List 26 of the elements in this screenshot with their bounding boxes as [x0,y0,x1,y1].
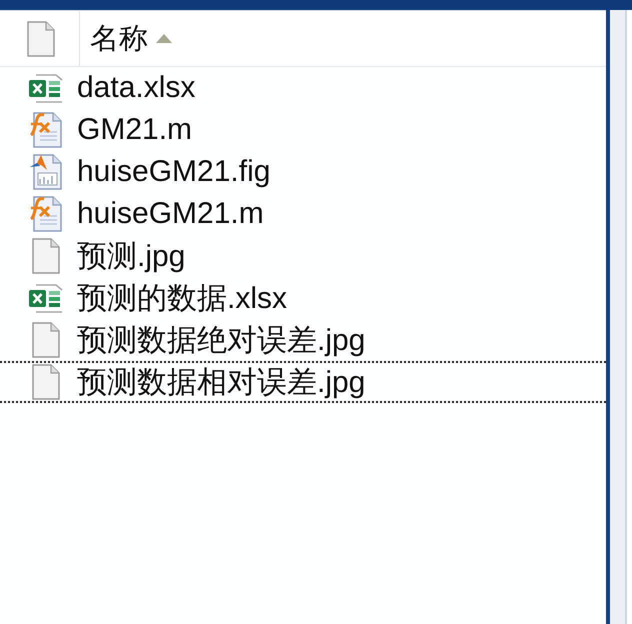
file-name: huiseGM21.m [77,197,264,231]
document-icon [32,238,60,274]
file-row[interactable]: 预测数据相对误差.jpg [0,361,606,403]
document-icon [27,20,55,56]
file-name: 预测数据相对误差.jpg [77,364,366,400]
file-row[interactable]: GM21.m [0,109,606,151]
file-row[interactable]: huiseGM21.m [0,193,606,235]
file-row[interactable]: 预测.jpg [0,235,606,277]
figure-file-icon [28,153,64,191]
file-name: 预测的数据.xlsx [77,280,287,316]
file-row[interactable]: 预测数据绝对误差.jpg [0,319,606,361]
file-row[interactable]: 预测的数据.xlsx [0,277,606,319]
function-script-icon [28,195,64,233]
function-script-icon [28,111,64,149]
name-column-header[interactable]: 名称 [80,11,182,66]
document-icon [32,364,60,400]
document-icon [32,322,60,358]
file-name: 预测.jpg [77,238,186,274]
spreadsheet-icon [28,72,64,104]
file-name: GM21.m [77,113,192,147]
spreadsheet-icon [28,282,64,314]
file-row[interactable]: data.xlsx [0,67,606,109]
file-row[interactable]: huiseGM21.fig [0,151,606,193]
file-name: huiseGM21.fig [77,155,270,189]
file-name: 预测数据绝对误差.jpg [77,322,366,358]
file-name: data.xlsx [77,71,196,105]
